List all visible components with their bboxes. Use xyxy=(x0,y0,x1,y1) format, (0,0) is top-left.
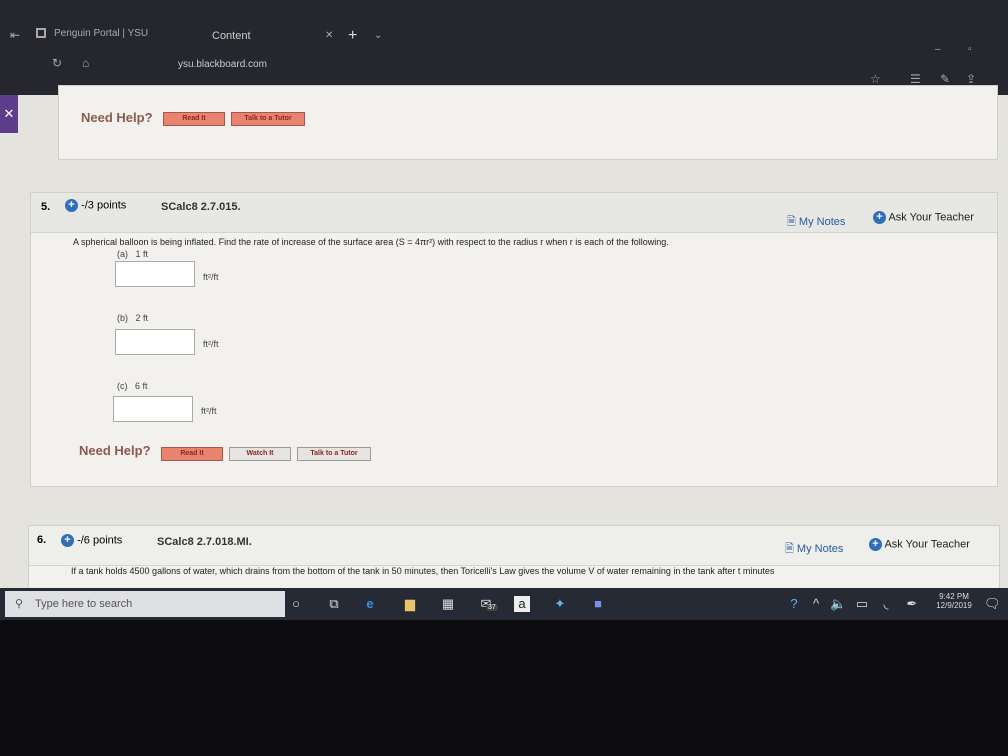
page-content: ✕ Need Help? Read It Talk to a Tutor 5. … xyxy=(0,85,1008,595)
cortana-icon[interactable]: ○ xyxy=(288,596,304,612)
clock[interactable]: 9:42 PM 12/9/2019 xyxy=(934,592,974,610)
search-icon: ⚲ xyxy=(15,598,24,610)
close-tab-icon[interactable]: ✕ xyxy=(325,30,333,41)
ask-teacher-link[interactable]: + Ask Your Teacher xyxy=(869,538,970,551)
refresh-icon[interactable]: ↻ xyxy=(52,56,62,70)
notes-icon: 🗎 xyxy=(787,216,796,228)
minimize-icon[interactable]: – xyxy=(935,44,941,55)
question-number: 5. xyxy=(41,201,51,213)
part-b: (b) 2 ft xyxy=(117,313,149,323)
expand-plus-icon[interactable]: + xyxy=(65,199,78,212)
mail-badge: 37 xyxy=(486,604,498,611)
question-prompt: A spherical balloon is being inflated. F… xyxy=(73,237,669,247)
part-a: (a) 1 ft xyxy=(117,249,149,259)
answer-a-input[interactable] xyxy=(115,261,195,287)
answer-c-input[interactable] xyxy=(113,396,193,422)
close-panel-icon[interactable]: ✕ xyxy=(0,95,18,133)
need-help-label: Need Help? xyxy=(81,110,153,125)
tab-penguin-portal[interactable]: Penguin Portal | YSU xyxy=(54,28,148,39)
need-help-label: Need Help? xyxy=(79,443,151,458)
question-number: 6. xyxy=(37,534,47,546)
restore-icon[interactable]: ▫ xyxy=(968,44,972,55)
question-prompt: If a tank holds 4500 gallons of water, w… xyxy=(71,566,775,576)
task-view-icon[interactable]: ⧉ xyxy=(326,596,342,612)
favorite-star-icon[interactable]: ☆ xyxy=(870,72,881,86)
new-tab-icon[interactable]: + xyxy=(348,27,357,45)
browser-chrome: ⇤ Penguin Portal | YSU Content ✕ + ⌄ ↻ ⌂… xyxy=(0,0,1008,95)
edge-icon[interactable]: e xyxy=(362,596,378,612)
points: + -/6 points xyxy=(61,534,122,547)
notes-icon: 🗎 xyxy=(785,543,794,555)
unit-c: ft²/ft xyxy=(201,406,217,416)
plus-icon: + xyxy=(869,538,882,551)
talk-to-tutor-button[interactable]: Talk to a Tutor xyxy=(297,447,371,461)
taskbar-search[interactable]: ⚲ Type here to search xyxy=(5,591,285,617)
file-explorer-icon[interactable]: ▆ xyxy=(402,596,418,612)
read-it-button[interactable]: Read It xyxy=(161,447,223,461)
portal-favicon-icon xyxy=(36,28,46,38)
watch-it-button[interactable]: Watch It xyxy=(229,447,291,461)
answer-b-input[interactable] xyxy=(115,329,195,355)
favorites-list-icon[interactable]: ☰ xyxy=(910,72,921,86)
plus-icon: + xyxy=(873,211,886,224)
battery-icon[interactable]: ▭ xyxy=(854,596,870,612)
question-code: SCalc8 2.7.015. xyxy=(161,201,241,213)
amazon-icon[interactable]: a xyxy=(514,596,530,612)
expand-plus-icon[interactable]: + xyxy=(61,534,74,547)
question-6-card: 6. + -/6 points SCalc8 2.7.018.MI. 🗎 My … xyxy=(28,525,1000,595)
home-icon[interactable]: ⌂ xyxy=(82,56,89,70)
tab-actions-icon[interactable]: ⇤ xyxy=(10,28,20,42)
question-5-card: 5. + -/3 points SCalc8 2.7.015. 🗎 My Not… xyxy=(30,192,998,487)
volume-icon[interactable]: 🔈 xyxy=(830,596,846,612)
pen-workspace-icon[interactable]: ✒ xyxy=(904,596,920,612)
discord-icon[interactable]: ■ xyxy=(590,596,606,612)
chevron-down-icon[interactable]: ⌄ xyxy=(374,30,382,41)
tab-content[interactable]: Content xyxy=(212,30,251,42)
unit-b: ft²/ft xyxy=(203,339,219,349)
points: + -/3 points xyxy=(65,199,126,212)
question-6-header: 6. + -/6 points SCalc8 2.7.018.MI. 🗎 My … xyxy=(29,526,999,566)
notifications-icon[interactable]: 🗨 xyxy=(984,596,1001,612)
help-icon[interactable]: ? xyxy=(786,596,802,612)
my-notes-link[interactable]: 🗎 My Notes xyxy=(785,540,843,559)
wifi-icon[interactable]: ◟ xyxy=(878,596,894,612)
talk-to-tutor-button[interactable]: Talk to a Tutor xyxy=(231,112,305,126)
part-c: (c) 6 ft xyxy=(117,381,148,391)
pen-icon[interactable]: ✎ xyxy=(940,72,950,86)
question-code: SCalc8 2.7.018.MI. xyxy=(157,536,252,548)
store-icon[interactable]: ▦ xyxy=(440,596,456,612)
share-icon[interactable]: ⇪ xyxy=(966,72,976,86)
app-icon[interactable]: ✦ xyxy=(552,596,568,612)
show-hidden-icon[interactable]: ^ xyxy=(808,596,824,612)
taskbar: ⚲ Type here to search ○ ⧉ e ▆ ▦ ✉ 37 a ✦ … xyxy=(0,588,1008,620)
unit-a: ft²/ft xyxy=(203,272,219,282)
address-bar[interactable]: ysu.blackboard.com xyxy=(178,59,267,70)
question-5-header: 5. + -/3 points SCalc8 2.7.015. 🗎 My Not… xyxy=(31,193,997,233)
ask-teacher-link[interactable]: + Ask Your Teacher xyxy=(873,211,974,224)
my-notes-link[interactable]: 🗎 My Notes xyxy=(787,213,845,232)
read-it-button[interactable]: Read It xyxy=(163,112,225,126)
previous-question-card: Need Help? Read It Talk to a Tutor xyxy=(58,85,998,160)
